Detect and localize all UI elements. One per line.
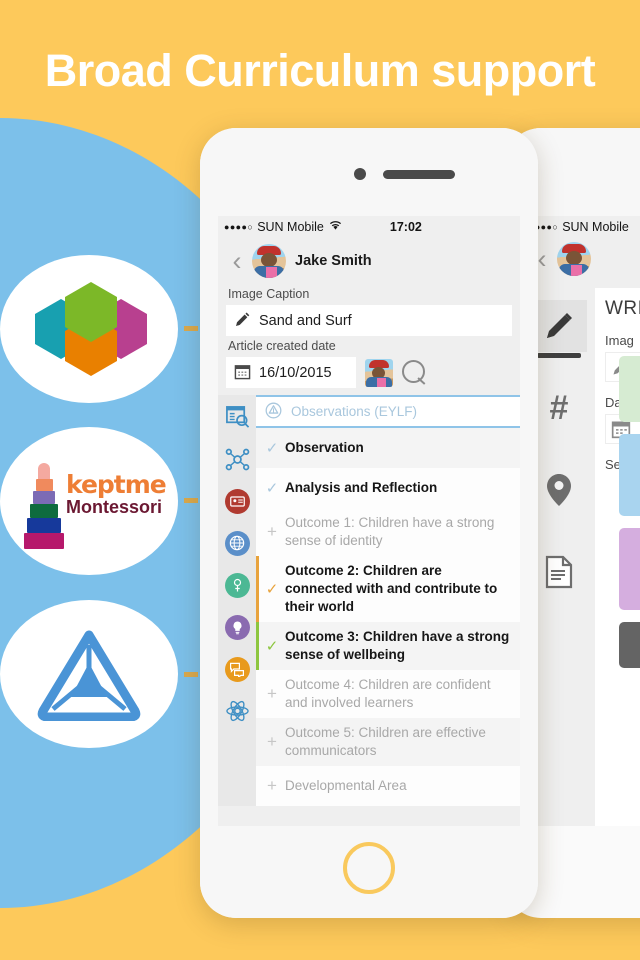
check-icon: ✓ bbox=[265, 480, 279, 497]
section-header-observations[interactable]: Observations (EYLF) bbox=[256, 395, 520, 428]
eylf-triangle-logo bbox=[37, 627, 141, 721]
carrier-label-back: SUN Mobile bbox=[562, 220, 629, 234]
calendar-icon bbox=[234, 363, 251, 383]
check-icon: ✓ bbox=[265, 581, 279, 598]
secondary-phone-screen: ●●●●○ SUN Mobile ‹ # WRI Imag bbox=[523, 216, 640, 826]
plus-icon: + bbox=[267, 522, 277, 541]
clock-label: 17:02 bbox=[389, 220, 422, 234]
montessori-brand: keptme bbox=[66, 470, 167, 499]
eylf-logo-badge bbox=[0, 600, 178, 748]
phone-bezel-top bbox=[200, 128, 538, 216]
article-date-input[interactable]: 16/10/2015 bbox=[226, 357, 356, 388]
montessori-sub: Montessori bbox=[66, 497, 163, 517]
section-title: Observations (EYLF) bbox=[291, 404, 418, 419]
row-label: Outcome 5: Children are effective commun… bbox=[285, 725, 486, 758]
table-row[interactable]: + Developmental Area bbox=[256, 766, 520, 806]
carrier-label: SUN Mobile bbox=[257, 220, 324, 234]
curriculum-cards: Hi A Engli E Eton Fra bbox=[619, 356, 640, 680]
primary-phone: ●●●●○ SUN Mobile 17:02 ‹ Jake Smith Imag… bbox=[200, 128, 538, 918]
row-label: Outcome 3: Children have a strong sense … bbox=[285, 629, 510, 662]
row-label: Outcome 1: Children have a strong sense … bbox=[285, 515, 495, 548]
triangle-icon bbox=[265, 402, 282, 422]
back-chevron-icon[interactable]: ‹ bbox=[224, 247, 250, 275]
camera-icon bbox=[354, 168, 366, 180]
globe-icon[interactable] bbox=[224, 530, 250, 556]
article-date-value: 16/10/2015 bbox=[259, 364, 332, 381]
hexagon-logo bbox=[33, 282, 147, 376]
observations-list: Observations (EYLF) ✓ Observation ✓ Analysi… bbox=[256, 395, 520, 806]
plus-icon: + bbox=[267, 732, 277, 751]
pencil-tab[interactable] bbox=[531, 300, 587, 358]
secondary-title: WRI bbox=[605, 298, 640, 319]
avatar[interactable] bbox=[252, 244, 286, 278]
hexagon-green bbox=[65, 282, 117, 342]
form-area: Image Caption Sand and Surf Article crea… bbox=[218, 284, 520, 388]
row-label: Developmental Area bbox=[285, 778, 407, 793]
status-bar: ●●●●○ SUN Mobile 17:02 bbox=[218, 216, 520, 238]
category-icon-rail bbox=[218, 395, 256, 806]
observation-rows: ✓ Observation ✓ Analysis and Reflection + Out… bbox=[256, 428, 520, 806]
speaker-grille bbox=[383, 170, 455, 179]
image-caption-input[interactable]: Sand and Surf bbox=[226, 305, 512, 336]
app-header-back: ‹ bbox=[523, 234, 640, 276]
montessori-logo-badge: keptme Montessori bbox=[0, 427, 178, 575]
row-label: Observation bbox=[285, 440, 364, 455]
app-header: ‹ Jake Smith bbox=[218, 238, 520, 284]
primary-phone-screen: ●●●●○ SUN Mobile 17:02 ‹ Jake Smith Imag… bbox=[218, 216, 520, 826]
table-row[interactable]: + Outcome 4: Children are confident and i… bbox=[256, 670, 520, 718]
plus-icon: + bbox=[267, 684, 277, 703]
image-caption-label: Image Caption bbox=[228, 287, 310, 301]
secondary-image-label: Imag bbox=[605, 333, 634, 348]
image-thumbnail[interactable] bbox=[365, 358, 393, 387]
table-row[interactable]: + Outcome 5: Children are effective commu… bbox=[256, 718, 520, 766]
user-name-label: Jake Smith bbox=[295, 253, 372, 269]
brain-idea-icon[interactable] bbox=[224, 614, 250, 640]
table-row[interactable]: ✓ Outcome 3: Children have a strong sense… bbox=[256, 622, 520, 670]
speech-bubbles-icon[interactable] bbox=[224, 656, 250, 682]
document-tab[interactable] bbox=[531, 546, 587, 598]
pencil-icon bbox=[234, 311, 251, 331]
page-title: Broad Curriculum support bbox=[44, 45, 596, 96]
atom-icon[interactable] bbox=[224, 698, 250, 724]
image-caption-value: Sand and Surf bbox=[259, 312, 352, 329]
keptme-montessori-logo: keptme Montessori bbox=[14, 451, 167, 551]
check-icon: ✓ bbox=[265, 638, 279, 655]
signal-dots-icon: ●●●●○ bbox=[224, 222, 254, 232]
hash-tab[interactable]: # bbox=[531, 382, 587, 434]
row-label: Outcome 4: Children are confident and in… bbox=[285, 677, 491, 710]
location-pin-tab[interactable] bbox=[531, 464, 587, 516]
block-tower-icon bbox=[22, 463, 66, 549]
plus-icon: + bbox=[267, 776, 277, 795]
search-icon[interactable] bbox=[402, 359, 428, 386]
row-label: Outcome 2: Children are connected with a… bbox=[285, 563, 498, 614]
avatar-back bbox=[557, 242, 591, 276]
card-green[interactable]: Hi bbox=[619, 356, 640, 422]
hexagon-logo-badge bbox=[0, 255, 178, 403]
table-row[interactable]: ✓ Analysis and Reflection bbox=[256, 468, 520, 508]
network-nodes-icon[interactable] bbox=[224, 446, 250, 472]
table-row[interactable]: + Outcome 1: Children have a strong sense… bbox=[256, 508, 520, 556]
table-row[interactable]: ✓ Outcome 2: Children are connected with … bbox=[256, 556, 520, 622]
table-row[interactable]: ✓ Observation bbox=[256, 428, 520, 468]
phone-bezel-bottom bbox=[200, 826, 538, 918]
home-button[interactable] bbox=[343, 842, 395, 894]
card-dark[interactable] bbox=[619, 622, 640, 668]
row-label: Analysis and Reflection bbox=[285, 480, 438, 495]
wifi-icon bbox=[329, 220, 342, 234]
article-date-label: Article created date bbox=[228, 339, 336, 353]
check-icon: ✓ bbox=[265, 440, 279, 457]
card-blue[interactable]: A Engli bbox=[619, 434, 640, 516]
wellbeing-icon[interactable] bbox=[224, 572, 250, 598]
date-row: 16/10/2015 bbox=[226, 357, 512, 388]
document-search-icon[interactable] bbox=[224, 404, 250, 430]
card-purple[interactable]: E Eton Fra bbox=[619, 528, 640, 610]
id-card-icon[interactable] bbox=[224, 488, 250, 514]
observations-panel: Observations (EYLF) ✓ Observation ✓ Analysi… bbox=[218, 395, 520, 806]
status-bar-back: ●●●●○ SUN Mobile bbox=[523, 216, 640, 234]
